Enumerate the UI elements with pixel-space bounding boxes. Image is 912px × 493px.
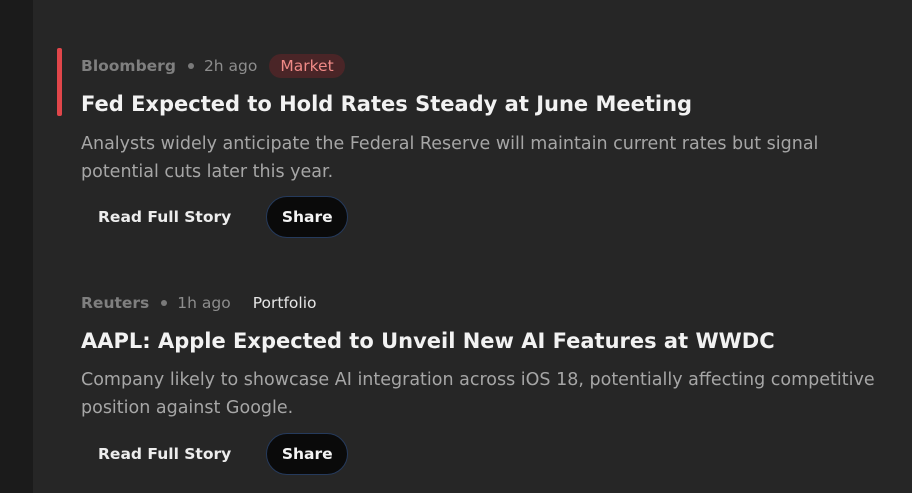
article-meta: Reuters 1h ago Portfolio xyxy=(81,289,316,317)
share-button[interactable]: Share xyxy=(266,433,349,475)
article-source: Bloomberg xyxy=(81,57,176,75)
news-card: Bloomberg 2h ago Market Fed Expected to … xyxy=(33,46,912,246)
article-headline[interactable]: Fed Expected to Hold Rates Steady at Jun… xyxy=(81,92,901,116)
category-tag-market: Market xyxy=(269,54,345,78)
article-headline[interactable]: AAPL: Apple Expected to Unveil New AI Fe… xyxy=(81,329,901,353)
separator-dot-icon xyxy=(161,300,168,306)
news-page: Bloomberg 2h ago Market Fed Expected to … xyxy=(0,0,912,493)
article-actions: Read Full Story Share xyxy=(81,196,349,238)
article-time: 2h ago xyxy=(203,57,258,75)
unread-accent-bar xyxy=(57,48,62,116)
left-rail xyxy=(0,0,33,493)
category-tag-portfolio: Portfolio xyxy=(252,294,317,312)
read-full-story-button[interactable]: Read Full Story xyxy=(81,196,248,238)
article-time: 1h ago xyxy=(177,294,231,312)
separator-dot-icon xyxy=(187,63,194,69)
article-summary: Company likely to showcase AI integratio… xyxy=(81,370,875,418)
news-feed: Bloomberg 2h ago Market Fed Expected to … xyxy=(33,0,912,493)
share-button[interactable]: Share xyxy=(266,196,349,238)
news-card: Reuters 1h ago Portfolio AAPL: Apple Exp… xyxy=(33,283,912,493)
article-source: Reuters xyxy=(81,294,150,312)
article-summary: Analysts widely anticipate the Federal R… xyxy=(81,134,819,182)
read-full-story-button[interactable]: Read Full Story xyxy=(81,433,248,475)
article-meta: Bloomberg 2h ago Market xyxy=(81,52,345,80)
article-actions: Read Full Story Share xyxy=(81,433,349,475)
